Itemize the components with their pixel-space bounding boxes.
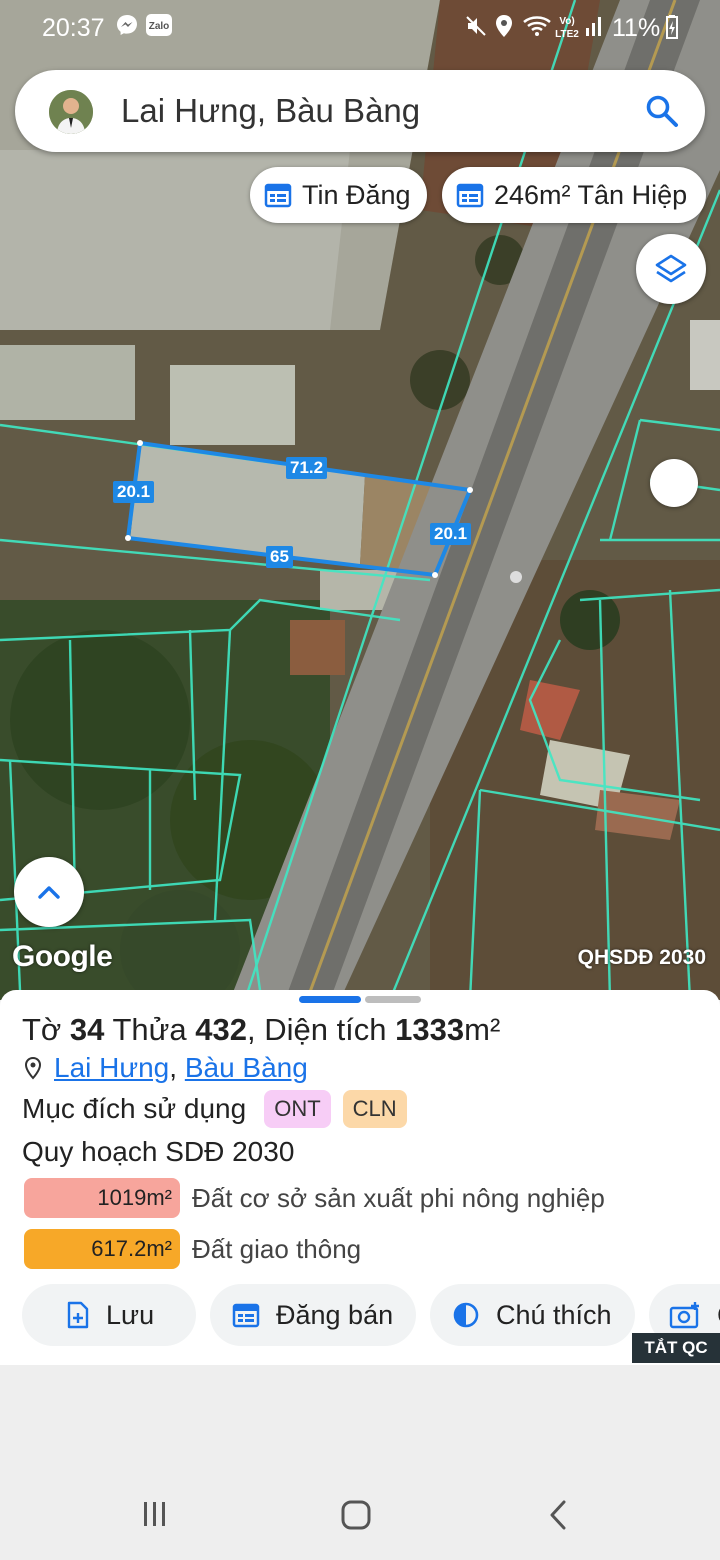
legend-label: Chú thích — [496, 1299, 612, 1330]
calendar-icon — [456, 183, 484, 208]
search-query[interactable]: Lai Hưng, Bàu Bàng — [121, 92, 420, 130]
plan-area-badge: 1019m² — [24, 1178, 180, 1218]
parcel-number: 432 — [195, 1012, 247, 1047]
sheet-label: Tờ — [22, 1012, 62, 1047]
location-link-district[interactable]: Bàu Bàng — [185, 1052, 308, 1084]
map-view[interactable]: 71.2 20.1 20.1 65 20:37 Zalo Vo) LTE2 11% — [0, 0, 720, 1000]
signal-icon — [584, 14, 604, 45]
google-attribution: Google — [12, 940, 113, 973]
save-button[interactable]: Lưu — [22, 1284, 196, 1346]
measure-bottom: 65 — [266, 546, 293, 568]
zalo-icon: Zalo — [146, 14, 172, 43]
svg-text:Zalo: Zalo — [149, 21, 170, 32]
plan-label: Đất giao thông — [192, 1233, 362, 1264]
chip-label: Tin Đăng — [302, 179, 411, 210]
parcel-location: Lai Hưng, Bàu Bàng — [22, 1052, 308, 1084]
mute-icon — [464, 14, 488, 45]
area-label: , Diện tích — [246, 1012, 387, 1047]
chip-tin-dang[interactable]: Tin Đăng — [250, 167, 427, 223]
calendar-icon — [264, 183, 292, 208]
camera-plus-icon — [669, 1302, 699, 1329]
sheet-page-indicator-active[interactable] — [299, 996, 361, 1003]
location-separator: , — [169, 1052, 178, 1083]
land-use-purpose: Mục đích sử dụng ONT CLN — [22, 1090, 407, 1128]
calendar-icon — [232, 1303, 260, 1328]
plan-label: Đất cơ sở sản xuất phi nông nghiệp — [192, 1182, 605, 1213]
avatar[interactable] — [49, 90, 93, 134]
back-icon[interactable] — [546, 1499, 570, 1536]
chip-tan-hiep[interactable]: 246m² Tân Hiệp — [442, 167, 706, 223]
legend-button[interactable]: Chú thích — [430, 1284, 635, 1346]
plan-area-badge: 617.2m² — [24, 1229, 180, 1269]
messenger-icon — [116, 14, 138, 43]
charging-icon — [664, 14, 680, 47]
save-label: Lưu — [106, 1299, 155, 1330]
measure-left: 20.1 — [113, 481, 155, 503]
layers-button[interactable] — [636, 234, 706, 304]
parcel-info-sheet: Tờ 34 Thửa 432, Diện tích 1333m² Lai Hưn… — [0, 990, 720, 1365]
area-unit: m² — [464, 1012, 501, 1047]
plan-title: Quy hoạch SDĐ 2030 — [22, 1136, 295, 1167]
layers-icon — [655, 254, 687, 283]
home-icon[interactable] — [340, 1499, 372, 1536]
search-bar[interactable]: Lai Hưng, Bàu Bàng — [15, 70, 705, 152]
status-bar: 20:37 Zalo Vo) LTE2 11% — [0, 0, 720, 56]
recent-apps-icon[interactable] — [140, 1499, 170, 1534]
post-for-sale-label: Đăng bán — [276, 1299, 394, 1330]
location-link-ward[interactable]: Lai Hưng — [54, 1052, 169, 1084]
battery-percent: 11% — [612, 14, 661, 42]
turn-off-ads-button[interactable]: TẮT QC — [632, 1333, 720, 1363]
floating-handle-button[interactable] — [650, 459, 698, 507]
status-time: 20:37 — [42, 14, 105, 42]
sheet-page-indicator[interactable] — [365, 996, 421, 1003]
parcel-label: Thửa — [112, 1012, 187, 1047]
land-use-tag-cln[interactable]: CLN — [342, 1090, 407, 1128]
svg-text:Vo): Vo) — [559, 16, 574, 27]
planning-layer-label: QHSDĐ 2030 — [577, 946, 706, 969]
svg-text:LTE2: LTE2 — [555, 29, 579, 40]
system-navigation-bar — [0, 1475, 720, 1560]
sheet-number: 34 — [69, 1012, 105, 1047]
measure-right: 20.1 — [430, 523, 472, 545]
purpose-label: Mục đích sử dụng — [22, 1093, 247, 1124]
half-circle-icon — [453, 1302, 479, 1328]
expand-sheet-button[interactable] — [14, 857, 84, 927]
wifi-icon — [522, 14, 552, 45]
chevron-up-icon — [38, 886, 60, 899]
plan-item: 1019m² Đất cơ sở sản xuất phi nông nghiệ… — [24, 1178, 605, 1218]
chip-label: 246m² Tân Hiệp — [494, 179, 688, 210]
area-value: 1333 — [395, 1012, 465, 1047]
search-icon[interactable] — [645, 94, 679, 133]
location-pin-icon — [24, 1056, 42, 1080]
land-use-tag-ont[interactable]: ONT — [264, 1090, 331, 1128]
location-icon — [494, 14, 514, 45]
plan-item: 617.2m² Đất giao thông — [24, 1229, 361, 1269]
post-for-sale-button[interactable]: Đăng bán — [210, 1284, 416, 1346]
measure-top: 71.2 — [286, 457, 328, 479]
parcel-title: Tờ 34 Thửa 432, Diện tích 1333m² — [22, 1012, 500, 1048]
add-file-icon — [67, 1301, 89, 1329]
volte-icon: Vo) LTE2 — [552, 13, 582, 48]
